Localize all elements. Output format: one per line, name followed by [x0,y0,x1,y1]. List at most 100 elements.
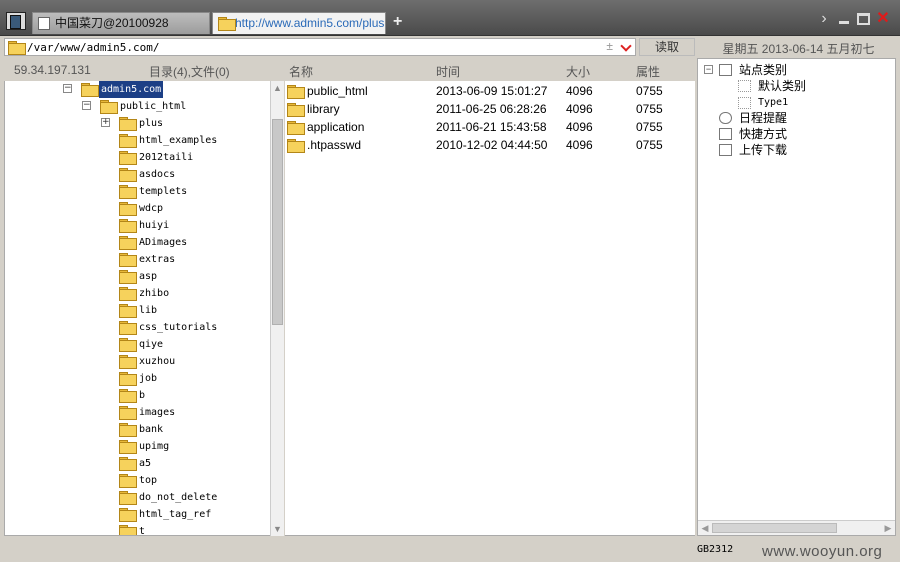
item-counts: 目录(4),文件(0) [149,65,230,79]
tree-node-label: xuzhou [139,356,176,367]
encoding-label: GB2312 [697,544,734,555]
folder-icon [218,17,236,31]
tree-node-label: lib [139,305,158,316]
chevron-right-icon[interactable]: › [817,11,831,27]
node-label: 站点类别 [739,63,788,77]
tree-node-label: css_tutorials [139,322,218,333]
scroll-left-icon[interactable]: ◀ [698,521,712,535]
folder-icon [119,372,137,386]
tree-node-label: html_examples [139,135,218,146]
window-controls: › ✕ [817,11,890,27]
file-size: 4096 [566,120,593,134]
folder-icon [119,508,137,522]
file-time: 2011-06-21 15:43:58 [436,120,547,134]
tree-node-label: public_html [120,101,187,112]
column-attr[interactable]: 属性 [636,63,660,80]
file-row[interactable]: application 2011-06-21 15:43:58 4096 075… [285,118,695,136]
tree-node-label: ADimages [139,237,188,248]
file-size: 4096 [566,102,593,116]
close-button[interactable]: ✕ [876,11,890,27]
tab-admin5[interactable]: http://www.admin5.com/plus... [212,12,386,34]
category-icon [738,97,751,109]
expand-icon[interactable]: + [101,118,110,127]
tree-node-label: extras [139,254,176,265]
folder-icon [119,355,137,369]
folder-icon [119,423,137,437]
address-bar: ± [4,38,636,56]
server-info: 59.34.197.131 目录(4),文件(0) [4,60,268,80]
add-bookmark-icon[interactable]: ± [606,39,613,53]
tree-node-label: plus [139,118,164,129]
clock-icon [719,112,732,124]
path-input[interactable] [27,40,587,54]
scroll-up-icon[interactable]: ▲ [271,81,284,95]
folder-icon [119,338,137,352]
scroll-right-icon[interactable]: ▶ [881,521,895,535]
file-time: 2011-06-25 06:28:26 [436,102,547,116]
minimize-button[interactable] [837,12,851,26]
node-label: 快捷方式 [739,127,788,141]
file-row[interactable]: public_html 2013-06-09 15:01:27 4096 075… [285,82,695,100]
column-name[interactable]: 名称 [289,63,313,80]
file-name: library [307,102,340,116]
folder-icon [119,185,137,199]
folder-icon [119,474,137,488]
folder-icon [8,41,26,55]
tree-node-label: admin5.com [99,81,164,98]
collapse-icon[interactable]: − [63,84,72,93]
read-button[interactable]: 读取 [639,38,695,56]
tree-scrollbar[interactable]: ▲ ▼ [270,81,284,536]
scroll-down-icon[interactable]: ▼ [271,522,284,536]
column-time[interactable]: 时间 [436,63,460,80]
file-size: 4096 [566,138,593,152]
tree-node-label: asdocs [139,169,176,180]
side-scrollbar[interactable]: ◀ ▶ [698,520,895,535]
folder-icon [287,139,305,153]
tree-node-label: a5 [139,458,152,469]
tree-node-label: templets [139,186,188,197]
node-label: 默认类别 [758,79,807,93]
tree-node-label: job [139,373,158,384]
app-menu-icon[interactable] [6,12,26,30]
file-time: 2013-06-09 15:01:27 [436,84,548,98]
tree-node-label: b [139,390,146,401]
file-attr: 0755 [636,102,663,116]
maximize-button[interactable] [857,13,870,25]
tree-node-label: 2012taili [139,152,194,163]
folder-icon [119,287,137,301]
tree-node-label: top [139,475,158,486]
file-list-header: 名称 时间 大小 属性 [285,60,695,80]
folder-icon [119,389,137,403]
tree-node-label: upimg [139,441,170,452]
tree-node-label: huiyi [139,220,170,231]
scroll-thumb[interactable] [272,119,283,325]
date-display: 星期五 2013-06-14 五月初七 [722,42,875,56]
column-size[interactable]: 大小 [566,63,590,80]
folder-icon [287,103,305,117]
tree-node-label: do_not_delete [139,492,218,503]
file-attr: 0755 [636,84,663,98]
collapse-icon[interactable]: − [82,101,91,110]
node-label: Type1 [758,97,789,108]
file-list: public_html 2013-06-09 15:01:27 4096 075… [285,81,695,536]
file-row[interactable]: library 2011-06-25 06:28:26 4096 0755 [285,100,695,118]
folder-tree: − admin5.com − public_html + plus html_exa… [4,81,270,536]
tree-node-label: asp [139,271,158,282]
folder-icon [119,491,137,505]
file-name: .htpasswd [307,138,362,152]
folder-icon [81,83,99,97]
tree-node-label: images [139,407,176,418]
tree-node-label: zhibo [139,288,170,299]
page-icon [38,17,50,30]
folder-icon [119,270,137,284]
folder-icon [119,525,137,535]
collapse-icon[interactable]: − [704,65,713,74]
folder-icon [119,219,137,233]
tab-caidao[interactable]: 中国菜刀@20100928 [32,12,210,34]
chevron-down-icon[interactable] [620,40,632,52]
folder-icon [119,236,137,250]
new-tab-button[interactable]: + [393,12,402,32]
tree-node-label: html_tag_ref [139,509,212,520]
file-row[interactable]: .htpasswd 2010-12-02 04:44:50 4096 0755 [285,136,695,154]
scroll-thumb[interactable] [712,523,837,533]
